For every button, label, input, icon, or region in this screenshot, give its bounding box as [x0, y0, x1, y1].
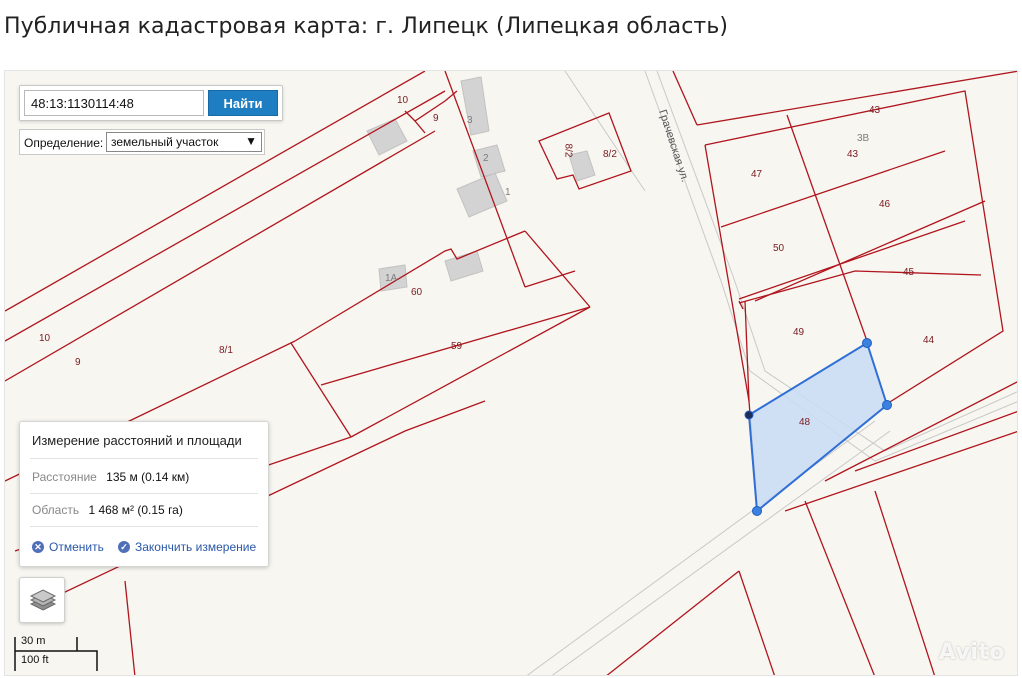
parcel-label: 45 [903, 267, 915, 278]
definition-selected-value: земельный участок [111, 135, 219, 149]
distance-label: Расстояние [32, 470, 97, 484]
parcel-label: 9 [433, 113, 439, 124]
map-canvas[interactable]: Грачевская ул. [5, 71, 1018, 676]
search-panel: Найти [19, 85, 283, 121]
layers-icon [29, 589, 57, 611]
definition-label: Определение: [24, 136, 104, 150]
definition-select[interactable]: земельный участок ▼ [106, 132, 262, 152]
check-circle-icon: ✓ [118, 541, 130, 553]
parcel-label: 3 [467, 115, 473, 126]
scale-metric: 30 m [21, 635, 46, 647]
area-label: Область [32, 503, 80, 517]
layers-button[interactable] [19, 577, 65, 623]
divider [30, 493, 258, 494]
parcel-label: 10 [397, 95, 409, 106]
parcel-label: 59 [451, 341, 463, 352]
measurement-panel: Измерение расстояний и площади Расстояни… [19, 421, 269, 567]
divider [30, 458, 258, 459]
definition-panel: Определение: земельный участок ▼ [19, 129, 265, 155]
parcel-label: 46 [879, 199, 891, 210]
measurement-title: Измерение расстояний и площади [32, 433, 242, 448]
parcel-label: 8/2 [562, 143, 574, 158]
page-title: Публичная кадастровая карта: г. Липецк (… [4, 14, 729, 39]
finish-measurement-button[interactable]: ✓ Закончить измерение [118, 540, 256, 554]
area-value: 1 468 м² (0.15 га) [88, 503, 183, 517]
avito-watermark: Avito [938, 640, 1005, 665]
x-circle-icon: ✕ [32, 541, 44, 553]
distance-row: Расстояние 135 м (0.14 км) [32, 470, 189, 484]
parcel-label: 1А [385, 273, 398, 284]
parcel-label: 60 [411, 287, 423, 298]
search-button[interactable]: Найти [208, 90, 278, 116]
scale-bar: 30 m 100 ft [13, 633, 103, 673]
parcel-label: 43 [847, 149, 859, 160]
parcel-label: 48 [799, 417, 811, 428]
parcel-label: 8/2 [603, 149, 617, 160]
parcel-label: 1 [505, 187, 511, 198]
chevron-down-icon: ▼ [245, 134, 257, 148]
scale-imperial: 100 ft [21, 654, 49, 666]
parcel-label: 43 [869, 105, 881, 116]
parcel-label: 3В [857, 133, 870, 144]
street-label: Грачевская ул. [656, 108, 691, 183]
cadastral-number-input[interactable] [24, 90, 204, 116]
parcel-label: 9 [75, 357, 81, 368]
parcel-label: 8/1 [219, 345, 233, 356]
parcel-label: 47 [751, 169, 763, 180]
cancel-label: Отменить [49, 540, 104, 554]
divider [30, 526, 258, 527]
parcel-label: 49 [793, 327, 805, 338]
cancel-measurement-button[interactable]: ✕ Отменить [32, 540, 104, 554]
finish-label: Закончить измерение [135, 540, 257, 554]
cadastral-map[interactable]: Грачевская ул. 10 9 3 2 1 8/2 8/2 1А 60 59 10 9 8/1 4… [4, 70, 1018, 676]
parcel-label: 2 [483, 153, 489, 164]
parcel-label: 50 [773, 243, 785, 254]
parcel-label: 10 [39, 333, 51, 344]
area-row: Область 1 468 м² (0.15 га) [32, 503, 183, 517]
parcel-label: 44 [923, 335, 935, 346]
distance-value: 135 м (0.14 км) [106, 470, 190, 484]
